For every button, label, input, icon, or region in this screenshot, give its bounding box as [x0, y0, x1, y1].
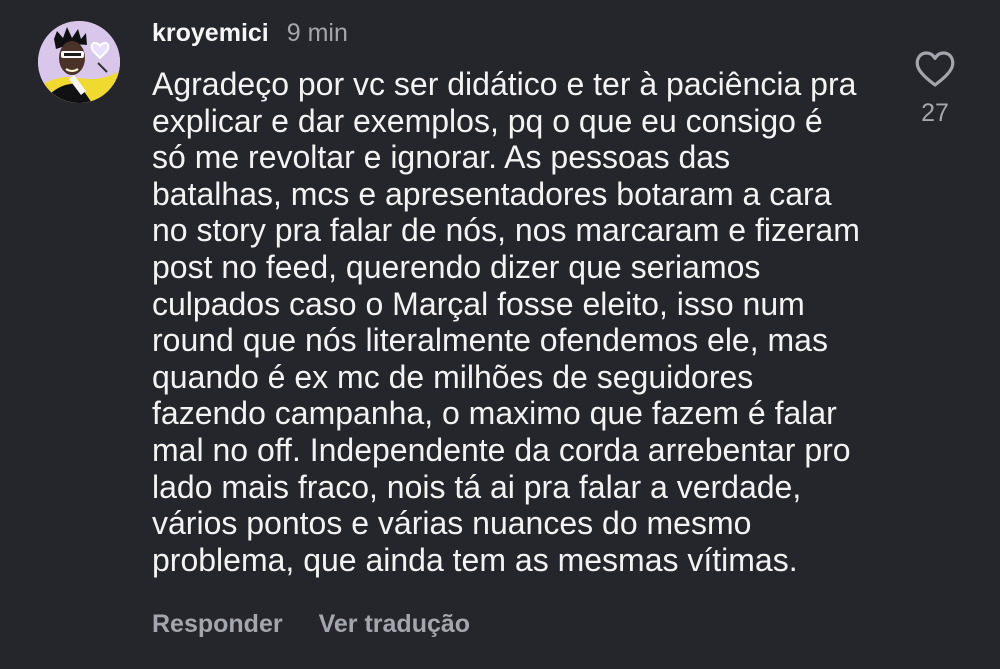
comment-line: problema, que ainda tem as mesmas vítima… [152, 541, 798, 578]
like-control: 27 [910, 50, 960, 128]
profile-avatar-icon [38, 21, 120, 103]
comment-line: batalhas, mcs e apresentadores botaram a… [152, 175, 832, 212]
comment-line: explicar e dar exemplos, pq o que eu con… [152, 102, 823, 139]
comment-line: post no feed, querendo dizer que seriamo… [152, 248, 761, 285]
like-count: 27 [921, 99, 949, 127]
comment-line: fazendo campanha, o maximo que fazem é f… [152, 395, 837, 432]
comment-actions: Responder Ver tradução [152, 610, 470, 639]
comment-line: Agradeço por vc ser didático e ter à pac… [152, 66, 857, 102]
comment-line: mal no off. Independente da corda arrebe… [152, 431, 851, 468]
comment-item: kroyemici 9 min Agradeço por vc ser didá… [0, 0, 1000, 669]
comment-meta: kroyemici 9 min [152, 18, 348, 48]
comment-line: vários pontos e várias nuances do mesmo [152, 505, 752, 542]
comment-line: só me revoltar e ignorar. As pessoas das [152, 139, 731, 176]
heart-outline-icon[interactable] [914, 50, 956, 88]
comment-time: 9 min [286, 18, 348, 47]
comment-username[interactable]: kroyemici [152, 19, 269, 48]
translate-button[interactable]: Ver tradução [319, 610, 470, 639]
comment-line: round que nós literalmente ofendemos ele… [152, 322, 828, 359]
comment-line: no story pra falar de nós, nos marcaram … [152, 212, 860, 249]
reply-button[interactable]: Responder [152, 610, 283, 639]
comment-text: Agradeço por vc ser didático e ter à pac… [152, 66, 887, 578]
comment-line: culpados caso o Marçal fosse eleito, iss… [152, 285, 805, 322]
comment-line: quando é ex mc de milhões de seguidores [152, 358, 754, 395]
comment-line: lado mais fraco, nois tá ai pra falar a … [152, 468, 802, 505]
user-avatar[interactable] [38, 21, 120, 103]
